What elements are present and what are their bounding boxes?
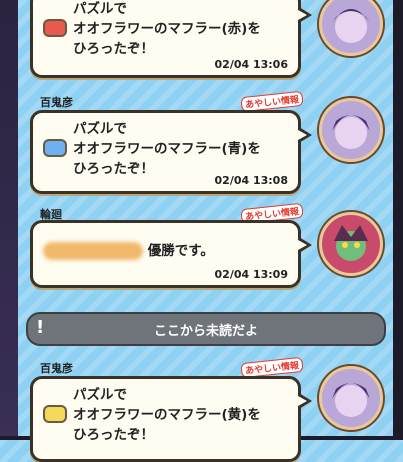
redacted-text — [43, 242, 143, 260]
message-line: パズルで — [73, 121, 127, 137]
right-frame — [393, 0, 403, 440]
message-text: パズルで オオフラワーのマフラー(赤)を ひろったぞ！ — [73, 0, 261, 59]
message-line: パズルで — [73, 387, 127, 403]
message-bubble[interactable]: 優勝です。 02/04 13:09 — [30, 220, 312, 288]
avatar[interactable] — [319, 212, 383, 276]
message-line: ひろったぞ！ — [73, 427, 154, 443]
sender-name: 百鬼彦 — [40, 96, 73, 109]
message-text: パズルで オオフラワーのマフラー(青)を ひろったぞ！ — [73, 119, 261, 179]
avatar[interactable] — [319, 366, 383, 430]
message-text: パズルで オオフラワーのマフラー(黄)を ひろったぞ！ — [73, 385, 261, 445]
muffler-item-icon — [43, 405, 67, 423]
info-badge: あやしい情報 — [240, 90, 304, 113]
info-badge: あやしい情報 — [240, 356, 304, 379]
message-line: ひろったぞ！ — [73, 41, 154, 57]
left-frame — [0, 0, 18, 440]
message-timestamp: 02/04 13:09 — [214, 268, 288, 281]
message-line: 優勝です。 — [147, 243, 214, 259]
message-bubble[interactable]: パズルで オオフラワーのマフラー(青)を ひろったぞ！ 02/04 13:08 — [30, 110, 312, 194]
message-line: オオフラワーのマフラー(赤)を — [73, 21, 261, 37]
chat-message: 輪廻 あやしい情報 優勝です。 02/04 13:09 — [18, 198, 393, 288]
chat-message: 百鬼彦 あやしい情報 パズルで オオフラワーのマフラー(黄)を ひろったぞ！ — [18, 356, 393, 462]
unread-divider: ! ここから未読だよ — [26, 312, 386, 346]
message-bubble[interactable]: パズルで オオフラワーのマフラー(黄)を ひろったぞ！ — [30, 376, 312, 462]
message-line: パズルで — [73, 1, 127, 17]
message-bubble[interactable]: パズルで オオフラワーのマフラー(赤)を ひろったぞ！ 02/04 13:06 — [30, 0, 312, 78]
message-timestamp: 02/04 13:08 — [214, 174, 288, 187]
sender-name: 百鬼彦 — [40, 362, 73, 375]
message-text: 優勝です。 — [43, 241, 214, 261]
message-line: オオフラワーのマフラー(青)を — [73, 141, 261, 157]
avatar[interactable] — [319, 98, 383, 162]
avatar[interactable] — [319, 0, 383, 56]
chat-message: パズルで オオフラワーのマフラー(赤)を ひろったぞ！ 02/04 13:06 — [18, 0, 393, 80]
muffler-item-icon — [43, 139, 67, 157]
message-line: オオフラワーのマフラー(黄)を — [73, 407, 261, 423]
chat-message: 百鬼彦 あやしい情報 パズルで オオフラワーのマフラー(青)を ひろったぞ！ 0… — [18, 90, 393, 194]
unread-divider-label: ここから未読だよ — [153, 324, 258, 339]
muffler-item-icon — [43, 19, 67, 37]
message-timestamp: 02/04 13:06 — [214, 58, 288, 71]
